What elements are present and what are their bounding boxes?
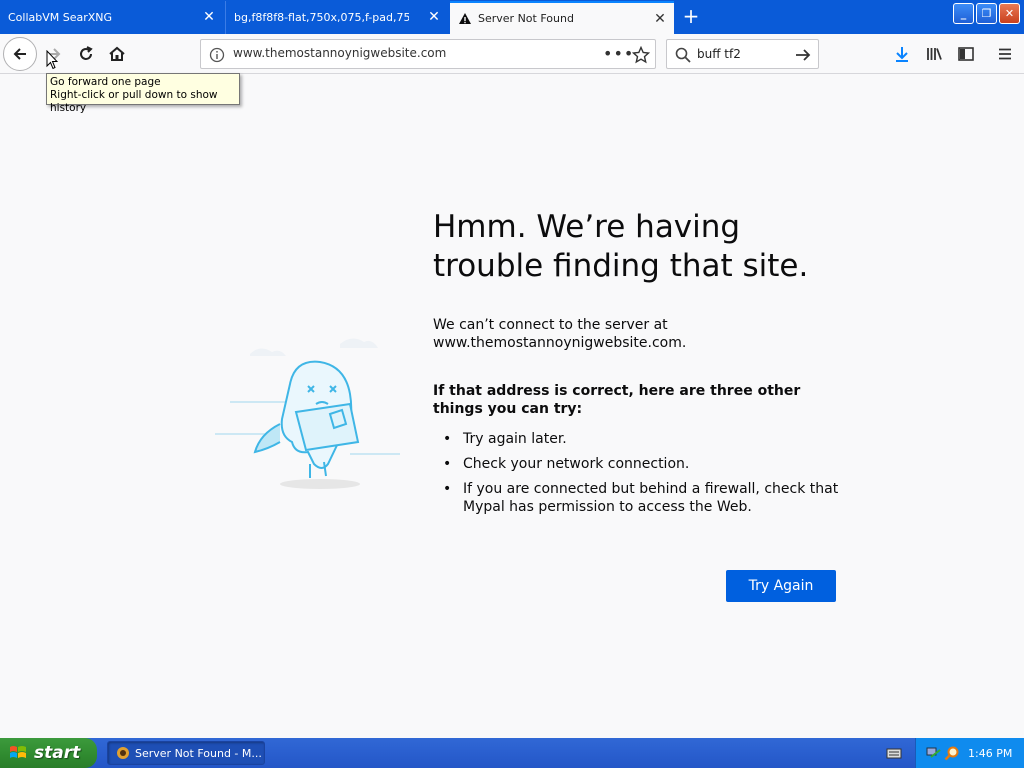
tab-collabvm-searxng[interactable]: CollabVM SearXNG ✕ — [0, 1, 223, 34]
sidebar-button[interactable] — [950, 38, 982, 70]
reload-button[interactable] — [70, 38, 102, 70]
download-icon — [896, 47, 908, 62]
hamburger-menu-icon — [999, 48, 1011, 60]
error-message: We can’t connect to the server at www.th… — [433, 317, 687, 351]
clock: 1:46 PM — [968, 747, 1013, 760]
home-icon — [109, 46, 125, 61]
forward-tooltip: Go forward one page Right-click or pull … — [46, 73, 240, 114]
downloads-button[interactable] — [886, 38, 918, 70]
url-text[interactable]: www.themostannoynigwebsite.com — [233, 46, 446, 60]
library-button[interactable] — [918, 38, 950, 70]
taskbar-item-label: Server Not Found - M... — [135, 746, 262, 760]
tab-label: CollabVM SearXNG — [8, 11, 113, 24]
close-tab-icon[interactable]: ✕ — [652, 11, 668, 27]
start-label: start — [34, 743, 81, 763]
try-again-button[interactable]: Try Again — [726, 570, 836, 602]
window-controls: _ ❐ ✕ — [953, 3, 1020, 24]
suggestions-header: If that address is correct, here are thr… — [433, 383, 801, 417]
reload-icon — [80, 46, 93, 60]
error-page: Hmm. We’re having trouble finding that s… — [0, 74, 1024, 738]
close-tab-icon[interactable]: ✕ — [201, 9, 217, 25]
taskbar-item-browser[interactable]: Server Not Found - M... — [107, 741, 265, 765]
navigation-toolbar: www.themostannoynigwebsite.com ••• buff … — [0, 34, 1024, 74]
close-tab-icon[interactable]: ✕ — [426, 9, 442, 25]
suggestions-list: Try again later. Check your network conn… — [433, 430, 843, 523]
minimize-button[interactable]: _ — [953, 3, 974, 24]
back-arrow-icon — [13, 48, 26, 60]
browser-app-icon — [117, 747, 129, 759]
search-input[interactable]: buff tf2 — [697, 47, 741, 61]
back-button[interactable] — [3, 37, 37, 71]
info-icon[interactable] — [209, 47, 225, 63]
mouse-cursor-icon — [46, 50, 58, 70]
tab-label: bg,f8f8f8-flat,750x,075,f-pad,750x10... — [234, 11, 409, 24]
page-actions-icon[interactable]: ••• — [603, 44, 634, 63]
magnifier-icon[interactable] — [944, 745, 960, 761]
search-bar[interactable]: buff tf2 — [666, 39, 819, 69]
restore-button[interactable]: ❐ — [976, 3, 997, 24]
keyboard-icon[interactable] — [886, 746, 902, 760]
confused-dino-illustration — [215, 338, 400, 489]
tab-image[interactable]: bg,f8f8f8-flat,750x,075,f-pad,750x10... … — [225, 1, 448, 34]
sidebar-icon — [958, 47, 974, 61]
search-go-icon[interactable] — [794, 46, 812, 64]
taskbar: start Server Not Found - M... 1:46 PM — [0, 738, 1024, 768]
tooltip-line: Go forward one page — [50, 76, 161, 88]
library-icon — [927, 48, 942, 60]
home-button[interactable] — [101, 38, 133, 70]
tab-server-not-found[interactable]: Server Not Found ✕ — [450, 1, 674, 34]
tab-label: Server Not Found — [478, 12, 574, 25]
new-tab-button[interactable]: + — [680, 6, 702, 28]
windows-logo-icon — [10, 746, 26, 758]
address-bar[interactable]: www.themostannoynigwebsite.com ••• — [200, 39, 656, 69]
list-item: Try again later. — [433, 430, 843, 448]
list-item: Check your network connection. — [433, 455, 843, 473]
warning-icon — [459, 12, 471, 24]
network-icon[interactable] — [926, 745, 942, 761]
bookmark-star-icon[interactable] — [632, 46, 650, 64]
start-button[interactable]: start — [0, 738, 97, 768]
close-window-button[interactable]: ✕ — [999, 3, 1020, 24]
page-title: Hmm. We’re having trouble finding that s… — [433, 209, 809, 284]
menu-button[interactable] — [989, 38, 1021, 70]
tab-strip: CollabVM SearXNG ✕ bg,f8f8f8-flat,750x,0… — [0, 0, 1024, 34]
list-item: If you are connected but behind a firewa… — [433, 480, 843, 516]
search-icon — [675, 47, 691, 63]
tooltip-line: Right-click or pull down to show history — [50, 89, 218, 114]
